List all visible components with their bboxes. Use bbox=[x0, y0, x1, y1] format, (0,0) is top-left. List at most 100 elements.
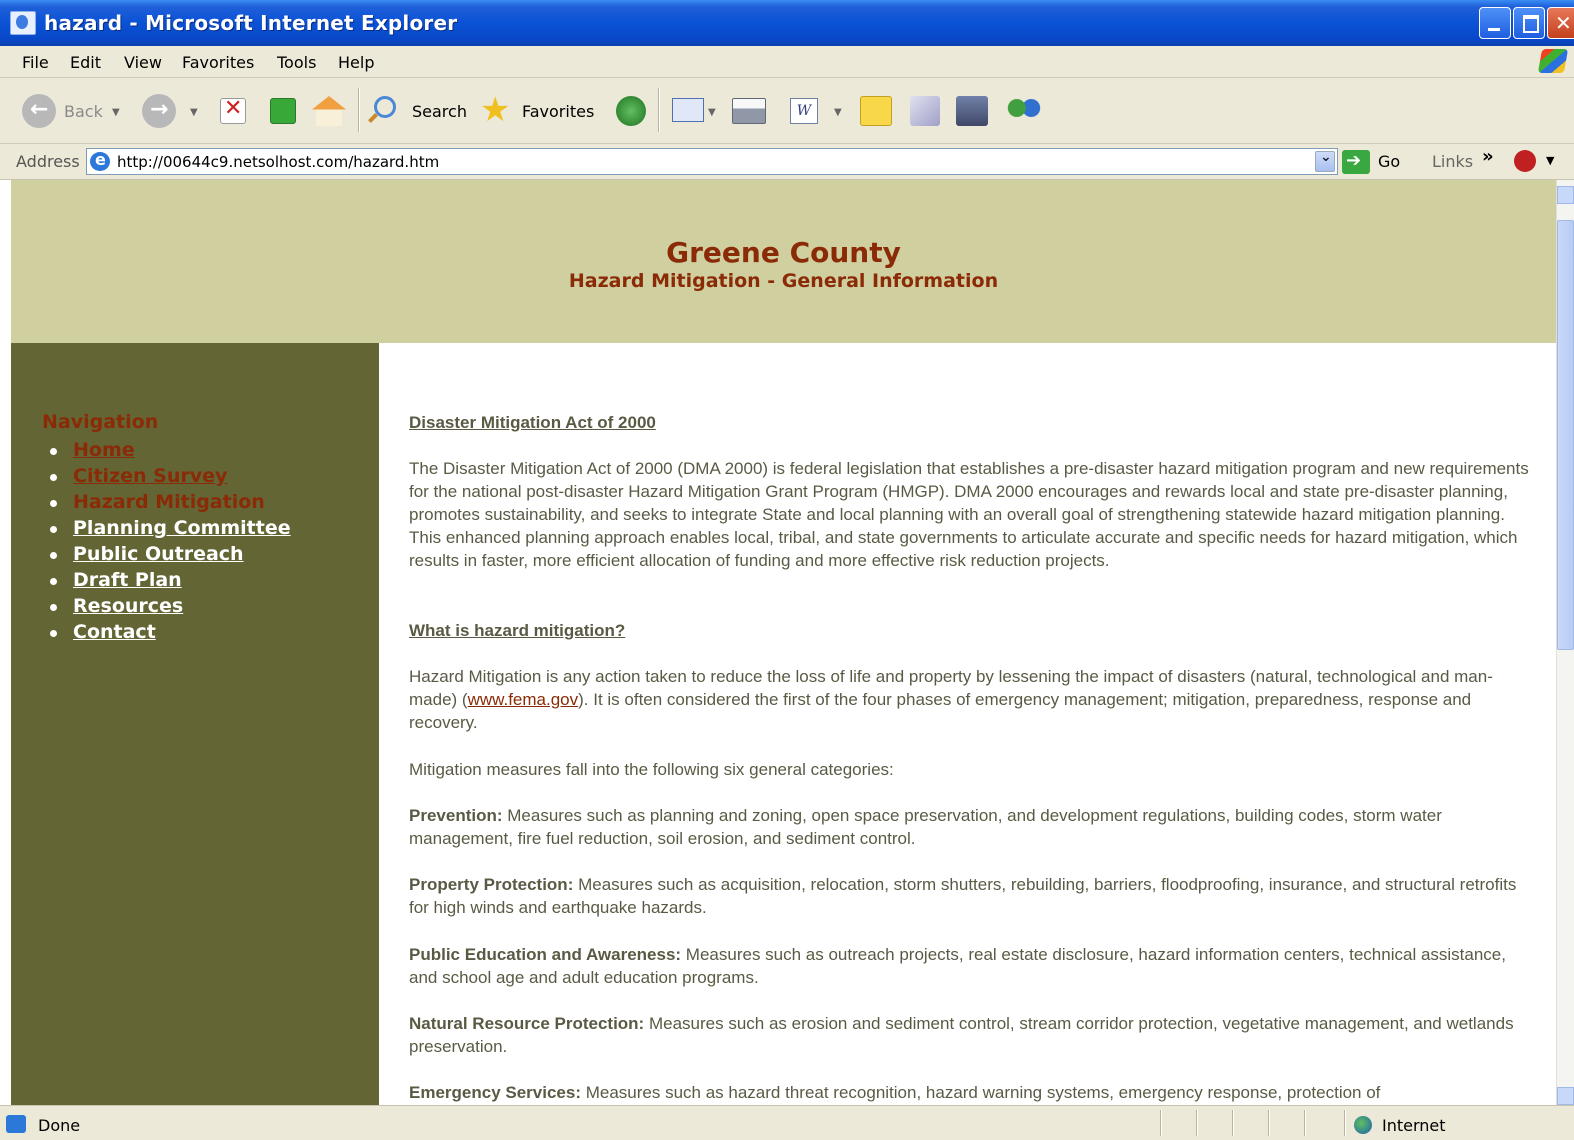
scroll-down-icon[interactable] bbox=[1557, 1087, 1574, 1105]
page-viewport: Greene County Hazard Mitigation - Genera… bbox=[0, 180, 1574, 1105]
menu-view[interactable]: View bbox=[124, 53, 162, 72]
vertical-scrollbar[interactable] bbox=[1556, 180, 1574, 1105]
media-icon[interactable] bbox=[956, 96, 988, 126]
nav-link-hazard-mitigation: Hazard Mitigation bbox=[73, 491, 265, 513]
chevron-right-icon[interactable]: » bbox=[1482, 146, 1494, 167]
heading-what-is-mitigation: What is hazard mitigation? bbox=[409, 621, 626, 640]
ie-app-icon[interactable] bbox=[10, 11, 36, 35]
status-divider bbox=[1268, 1110, 1270, 1136]
status-divider bbox=[1344, 1110, 1346, 1136]
menu-favorites[interactable]: Favorites bbox=[182, 53, 254, 72]
minimize-button[interactable] bbox=[1479, 7, 1511, 39]
globe-icon bbox=[1354, 1116, 1372, 1134]
forward-arrow-glyph-icon: → bbox=[150, 97, 169, 122]
nav-item-resources: Resources bbox=[48, 595, 291, 621]
edit-word-icon[interactable]: W bbox=[790, 98, 818, 124]
nav-title: Navigation bbox=[42, 411, 159, 433]
addon-dropdown-icon[interactable]: ▼ bbox=[1546, 154, 1554, 167]
close-button[interactable] bbox=[1547, 7, 1574, 39]
title-bar: hazard - Microsoft Internet Explorer bbox=[0, 0, 1574, 46]
scroll-up-icon[interactable] bbox=[1557, 186, 1574, 204]
paragraph-dma-2000: The Disaster Mitigation Act of 2000 (DMA… bbox=[409, 459, 1529, 570]
security-zone: Internet bbox=[1382, 1116, 1446, 1135]
mail-icon[interactable] bbox=[672, 98, 704, 122]
nav-link-draft-plan[interactable]: Draft Plan bbox=[73, 569, 182, 591]
links-label[interactable]: Links bbox=[1432, 152, 1473, 171]
forward-dropdown-icon[interactable]: ▼ bbox=[190, 107, 198, 118]
menu-file[interactable]: File bbox=[22, 53, 49, 72]
category-emergency-services: Emergency Services: Measures such as haz… bbox=[409, 1081, 1529, 1104]
window-title: hazard - Microsoft Internet Explorer bbox=[44, 11, 458, 35]
back-arrow-glyph-icon: ← bbox=[30, 97, 49, 122]
search-label[interactable]: Search bbox=[412, 102, 467, 121]
nav-link-public-outreach[interactable]: Public Outreach bbox=[73, 543, 244, 565]
home-icon[interactable] bbox=[312, 96, 346, 126]
nav-link-resources[interactable]: Resources bbox=[73, 595, 183, 617]
print-icon[interactable] bbox=[732, 98, 766, 124]
go-arrow-icon[interactable] bbox=[1342, 150, 1370, 174]
category-text: Measures such as hazard threat recogniti… bbox=[581, 1083, 1381, 1102]
status-divider bbox=[1196, 1110, 1198, 1136]
research-icon[interactable] bbox=[910, 96, 940, 126]
menu-help[interactable]: Help bbox=[338, 53, 374, 72]
messenger-icon[interactable] bbox=[1006, 96, 1042, 126]
address-label: Address bbox=[16, 152, 80, 171]
category-name: Public Education and Awareness: bbox=[409, 945, 682, 964]
back-dropdown-icon[interactable]: ▼ bbox=[112, 107, 120, 118]
history-icon[interactable] bbox=[616, 96, 646, 126]
address-bar: Address http://00644c9.netsolhost.com/ha… bbox=[0, 144, 1574, 180]
discuss-note-icon[interactable] bbox=[860, 96, 892, 126]
favorites-label[interactable]: Favorites bbox=[522, 102, 594, 121]
nav-item-draft-plan: Draft Plan bbox=[48, 569, 291, 595]
favorites-star-icon[interactable]: ★ bbox=[480, 92, 510, 128]
nav-link-contact[interactable]: Contact bbox=[73, 621, 156, 643]
nav-item-home: Home bbox=[48, 439, 291, 465]
page-header: Greene County Hazard Mitigation - Genera… bbox=[11, 180, 1556, 343]
address-input[interactable]: http://00644c9.netsolhost.com/hazard.htm bbox=[86, 148, 1338, 175]
mail-dropdown-icon[interactable]: ▼ bbox=[708, 107, 716, 118]
search-handle-icon bbox=[368, 113, 378, 123]
edit-dropdown-icon[interactable]: ▼ bbox=[834, 107, 842, 118]
menu-bar: File Edit View Favorites Tools Help bbox=[0, 46, 1574, 78]
addon-icon[interactable] bbox=[1514, 150, 1536, 172]
category-natural-resource: Natural Resource Protection: Measures su… bbox=[409, 1012, 1529, 1058]
main-content: Disaster Mitigation Act of 2000 The Disa… bbox=[379, 343, 1556, 1105]
nav-item-planning-committee: Planning Committee bbox=[48, 517, 291, 543]
nav-item-contact: Contact bbox=[48, 621, 291, 647]
category-public-education: Public Education and Awareness: Measures… bbox=[409, 943, 1529, 989]
nav-link-citizen-survey[interactable]: Citizen Survey bbox=[73, 465, 227, 487]
page-title: Greene County bbox=[666, 236, 901, 269]
sidebar: Navigation Home Citizen Survey Hazard Mi… bbox=[11, 343, 379, 1105]
category-prevention: Prevention: Measures such as planning an… bbox=[409, 804, 1529, 850]
stop-x-glyph-icon: ✕ bbox=[224, 96, 243, 121]
category-name: Property Protection: bbox=[409, 875, 574, 894]
paragraph-categories-intro: Mitigation measures fall into the follow… bbox=[409, 760, 894, 779]
status-divider bbox=[1160, 1110, 1162, 1136]
windows-logo-icon bbox=[1537, 49, 1569, 73]
page-icon bbox=[90, 150, 110, 171]
address-dropdown-icon[interactable] bbox=[1315, 149, 1335, 172]
category-property-protection: Property Protection: Measures such as ac… bbox=[409, 873, 1529, 919]
page-subtitle: Hazard Mitigation - General Information bbox=[568, 270, 999, 292]
go-button[interactable]: Go bbox=[1378, 152, 1400, 171]
back-label[interactable]: Back bbox=[64, 102, 103, 121]
nav-link-home[interactable]: Home bbox=[73, 439, 135, 461]
page-done-icon bbox=[6, 1115, 26, 1133]
scroll-thumb[interactable] bbox=[1557, 220, 1574, 650]
heading-dma-2000: Disaster Mitigation Act of 2000 bbox=[409, 413, 656, 432]
menu-tools[interactable]: Tools bbox=[277, 53, 316, 72]
nav-link-planning-committee[interactable]: Planning Committee bbox=[73, 517, 291, 539]
nav-item-citizen-survey: Citizen Survey bbox=[48, 465, 291, 491]
nav-item-hazard-mitigation: Hazard Mitigation bbox=[48, 491, 291, 517]
category-text: Measures such as planning and zoning, op… bbox=[409, 806, 1442, 848]
nav-list: Home Citizen Survey Hazard Mitigation Pl… bbox=[48, 439, 291, 647]
refresh-icon[interactable] bbox=[270, 98, 296, 124]
fema-link[interactable]: www.fema.gov bbox=[468, 690, 579, 709]
nav-item-public-outreach: Public Outreach bbox=[48, 543, 291, 569]
category-name: Emergency Services: bbox=[409, 1083, 581, 1102]
address-url[interactable]: http://00644c9.netsolhost.com/hazard.htm bbox=[117, 153, 439, 171]
status-text: Done bbox=[38, 1116, 81, 1135]
menu-edit[interactable]: Edit bbox=[70, 53, 101, 72]
maximize-button[interactable] bbox=[1513, 7, 1545, 39]
toolbar: ← Back ▼ → ▼ ✕ Search ★ Favorites ▼ W ▼ bbox=[0, 78, 1574, 144]
